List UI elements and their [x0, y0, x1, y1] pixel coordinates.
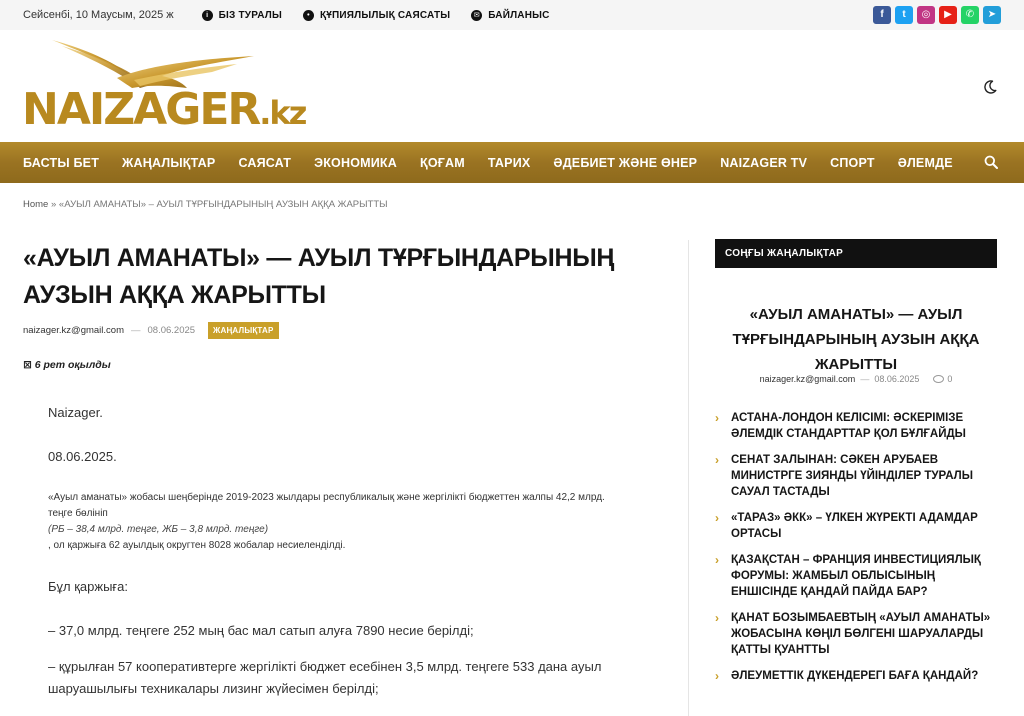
comment-icon — [933, 375, 945, 383]
article-paragraph: Naizager. — [48, 405, 103, 420]
nav-item-news[interactable]: ЖАҢАЛЫҚТАР — [122, 156, 215, 170]
sidebar-featured-date: 08.06.2025 — [874, 374, 920, 384]
article-paragraph: «Ауыл аманаты» жобасы шеңберінде 2019-20… — [48, 492, 605, 519]
chevron-right-icon: › — [715, 511, 719, 525]
info-icon: i — [201, 9, 213, 21]
twitter-icon[interactable]: t — [895, 6, 913, 24]
chevron-right-icon: › — [715, 669, 719, 683]
nav-item-history[interactable]: ТАРИХ — [488, 156, 531, 170]
article-meta: naizager.kz@gmail.com — 08.06.2025 ЖАҢАЛ… — [23, 322, 279, 339]
contact-link-label: БАЙЛАНЫС — [488, 9, 550, 21]
mail-icon: ✉ — [471, 9, 483, 21]
whatsapp-icon[interactable]: ✆ — [961, 6, 979, 24]
nav-item-home[interactable]: БАСТЫ БЕТ — [23, 156, 99, 170]
article-title: «АУЫЛ АМАНАТЫ» — АУЫЛ ТҰРҒЫНДАРЫНЫҢ АУЗЫ… — [23, 244, 615, 309]
telegram-icon[interactable]: ➤ — [983, 6, 1001, 24]
chevron-right-icon: › — [715, 411, 719, 425]
column-divider — [688, 240, 689, 716]
breadcrumb: Home » «АУЫЛ АМАНАТЫ» – АУЫЛ ТҰРҒЫНДАРЫН… — [23, 199, 388, 210]
breadcrumb-current: «АУЫЛ АМАНАТЫ» – АУЫЛ ТҰРҒЫНДАРЫНЫҢ АУЗЫ… — [58, 199, 388, 210]
read-count-label: 6 рет оқылды — [34, 359, 111, 371]
sidebar-featured-title[interactable]: «АУЫЛ АМАНАТЫ» — АУЫЛ ТҰРҒЫНДАРЫНЫҢ АУЗЫ… — [715, 302, 997, 377]
contact-link[interactable]: ✉ БАЙЛАНЫС — [471, 9, 550, 21]
breadcrumb-separator: » — [50, 199, 57, 210]
facebook-icon[interactable]: f — [873, 6, 891, 24]
list-item[interactable]: › ӘЛЕУМЕТТІК ДҮКЕНДЕРЕГІ БАҒА ҚАНДАЙ? — [715, 668, 997, 684]
nav-item-naizager-tv[interactable]: NAIZAGER TV — [720, 156, 807, 170]
meta-separator: — — [860, 374, 870, 384]
article-paragraph: Бұл қаржыға: — [48, 579, 128, 594]
list-item[interactable]: › СЕНАТ ЗАЛЫНАН: СӘКЕН АРУБАЕВ МИНИСТРГЕ … — [715, 452, 997, 500]
nav-item-literature-art[interactable]: ӘДЕБИЕТ ЖӘНЕ ӨНЕР — [553, 156, 697, 170]
list-item[interactable]: › ҚАЗАҚСТАН – ФРАНЦИЯ ИНВЕСТИЦИЯЛЫҚ ФОРУМ… — [715, 552, 997, 600]
article-paragraph: – құрылған 57 кооперативтерге жергілікті… — [48, 659, 602, 696]
sidebar-heading: СОҢҒЫ ЖАҢАЛЫҚТАР — [715, 239, 997, 268]
privacy-policy-link-label: ҚҰПИЯЛЫЛЫҚ САЯСАТЫ — [319, 9, 451, 21]
article-paragraph: , ол қаржыға 62 ауылдық округтен 8028 жо… — [48, 540, 346, 551]
chevron-right-icon: › — [715, 553, 719, 567]
main-nav: БАСТЫ БЕТ ЖАҢАЛЫҚТАР САЯСАТ ЭКОНОМИКА ҚО… — [0, 142, 1024, 183]
moon-icon[interactable] — [982, 79, 998, 95]
shield-icon: • — [302, 9, 314, 21]
read-count: ⊠ 6 рет оқылды — [23, 359, 111, 371]
read-count-icon: ⊠ — [23, 359, 32, 371]
list-item[interactable]: › АСТАНА-ЛОНДОН КЕЛІСІМІ: ӘСКЕРІМІЗЕ ӘЛЕМ… — [715, 410, 997, 442]
article-body: Naizager. 08.06.2025. «Ауыл аманаты» жоб… — [48, 402, 628, 700]
logo-wordmark: NAIZAGER.kz — [22, 84, 307, 135]
about-link-label: БІЗ ТУРАЛЫ — [218, 9, 282, 21]
list-item[interactable]: › «ТАРАЗ» ӘКК» – ҮЛКЕН ЖҮРЕКТІ АДАМДАР ОР… — [715, 510, 997, 542]
article-paragraph: (РБ – 38,4 млрд. теңге, ЖБ – 3,8 млрд. т… — [48, 524, 269, 535]
list-item[interactable]: › ҚАНАТ БОЗЫМБАЕВТЫҢ «АУЫЛ АМАНАТЫ» ЖОБАС… — [715, 610, 997, 658]
search-icon[interactable] — [984, 155, 998, 169]
category-badge[interactable]: ЖАҢАЛЫҚТАР — [208, 322, 279, 339]
current-date: Сейсенбі, 10 Маусым, 2025 ж — [23, 9, 174, 21]
instagram-icon[interactable]: ◎ — [917, 6, 935, 24]
chevron-right-icon: › — [715, 453, 719, 467]
comments-link[interactable]: 0 — [933, 374, 952, 384]
chevron-right-icon: › — [715, 611, 719, 625]
privacy-policy-link[interactable]: • ҚҰПИЯЛЫЛЫҚ САЯСАТЫ — [302, 9, 451, 21]
about-link[interactable]: i БІЗ ТУРАЛЫ — [201, 9, 282, 21]
social-links: f t ◎ ▶ ✆ ➤ — [873, 6, 1001, 24]
breadcrumb-home[interactable]: Home — [23, 199, 48, 210]
sidebar-news-list: › АСТАНА-ЛОНДОН КЕЛІСІМІ: ӘСКЕРІМІЗЕ ӘЛЕМ… — [715, 410, 997, 694]
top-bar: Сейсенбі, 10 Маусым, 2025 ж i БІЗ ТУРАЛЫ… — [0, 0, 1024, 30]
nav-item-economy[interactable]: ЭКОНОМИКА — [314, 156, 397, 170]
article-paragraph: 08.06.2025. — [48, 449, 117, 464]
sidebar-featured-author[interactable]: naizager.kz@gmail.com — [760, 374, 856, 384]
youtube-icon[interactable]: ▶ — [939, 6, 957, 24]
nav-item-sport[interactable]: СПОРТ — [830, 156, 875, 170]
comment-count: 0 — [947, 374, 953, 384]
meta-separator: — — [131, 325, 141, 336]
nav-item-society[interactable]: ҚОҒАМ — [420, 156, 465, 170]
nav-item-world[interactable]: ӘЛЕМДЕ — [898, 156, 953, 170]
sidebar-featured-meta: naizager.kz@gmail.com — 08.06.2025 0 — [715, 374, 997, 384]
article-date: 08.06.2025 — [147, 325, 196, 336]
nav-item-politics[interactable]: САЯСАТ — [238, 156, 291, 170]
article-author[interactable]: naizager.kz@gmail.com — [23, 325, 124, 336]
site-logo[interactable]: NAIZAGER.kz — [22, 38, 307, 136]
article-paragraph: – 37,0 млрд. теңгеге 252 мың бас мал сат… — [48, 623, 474, 638]
